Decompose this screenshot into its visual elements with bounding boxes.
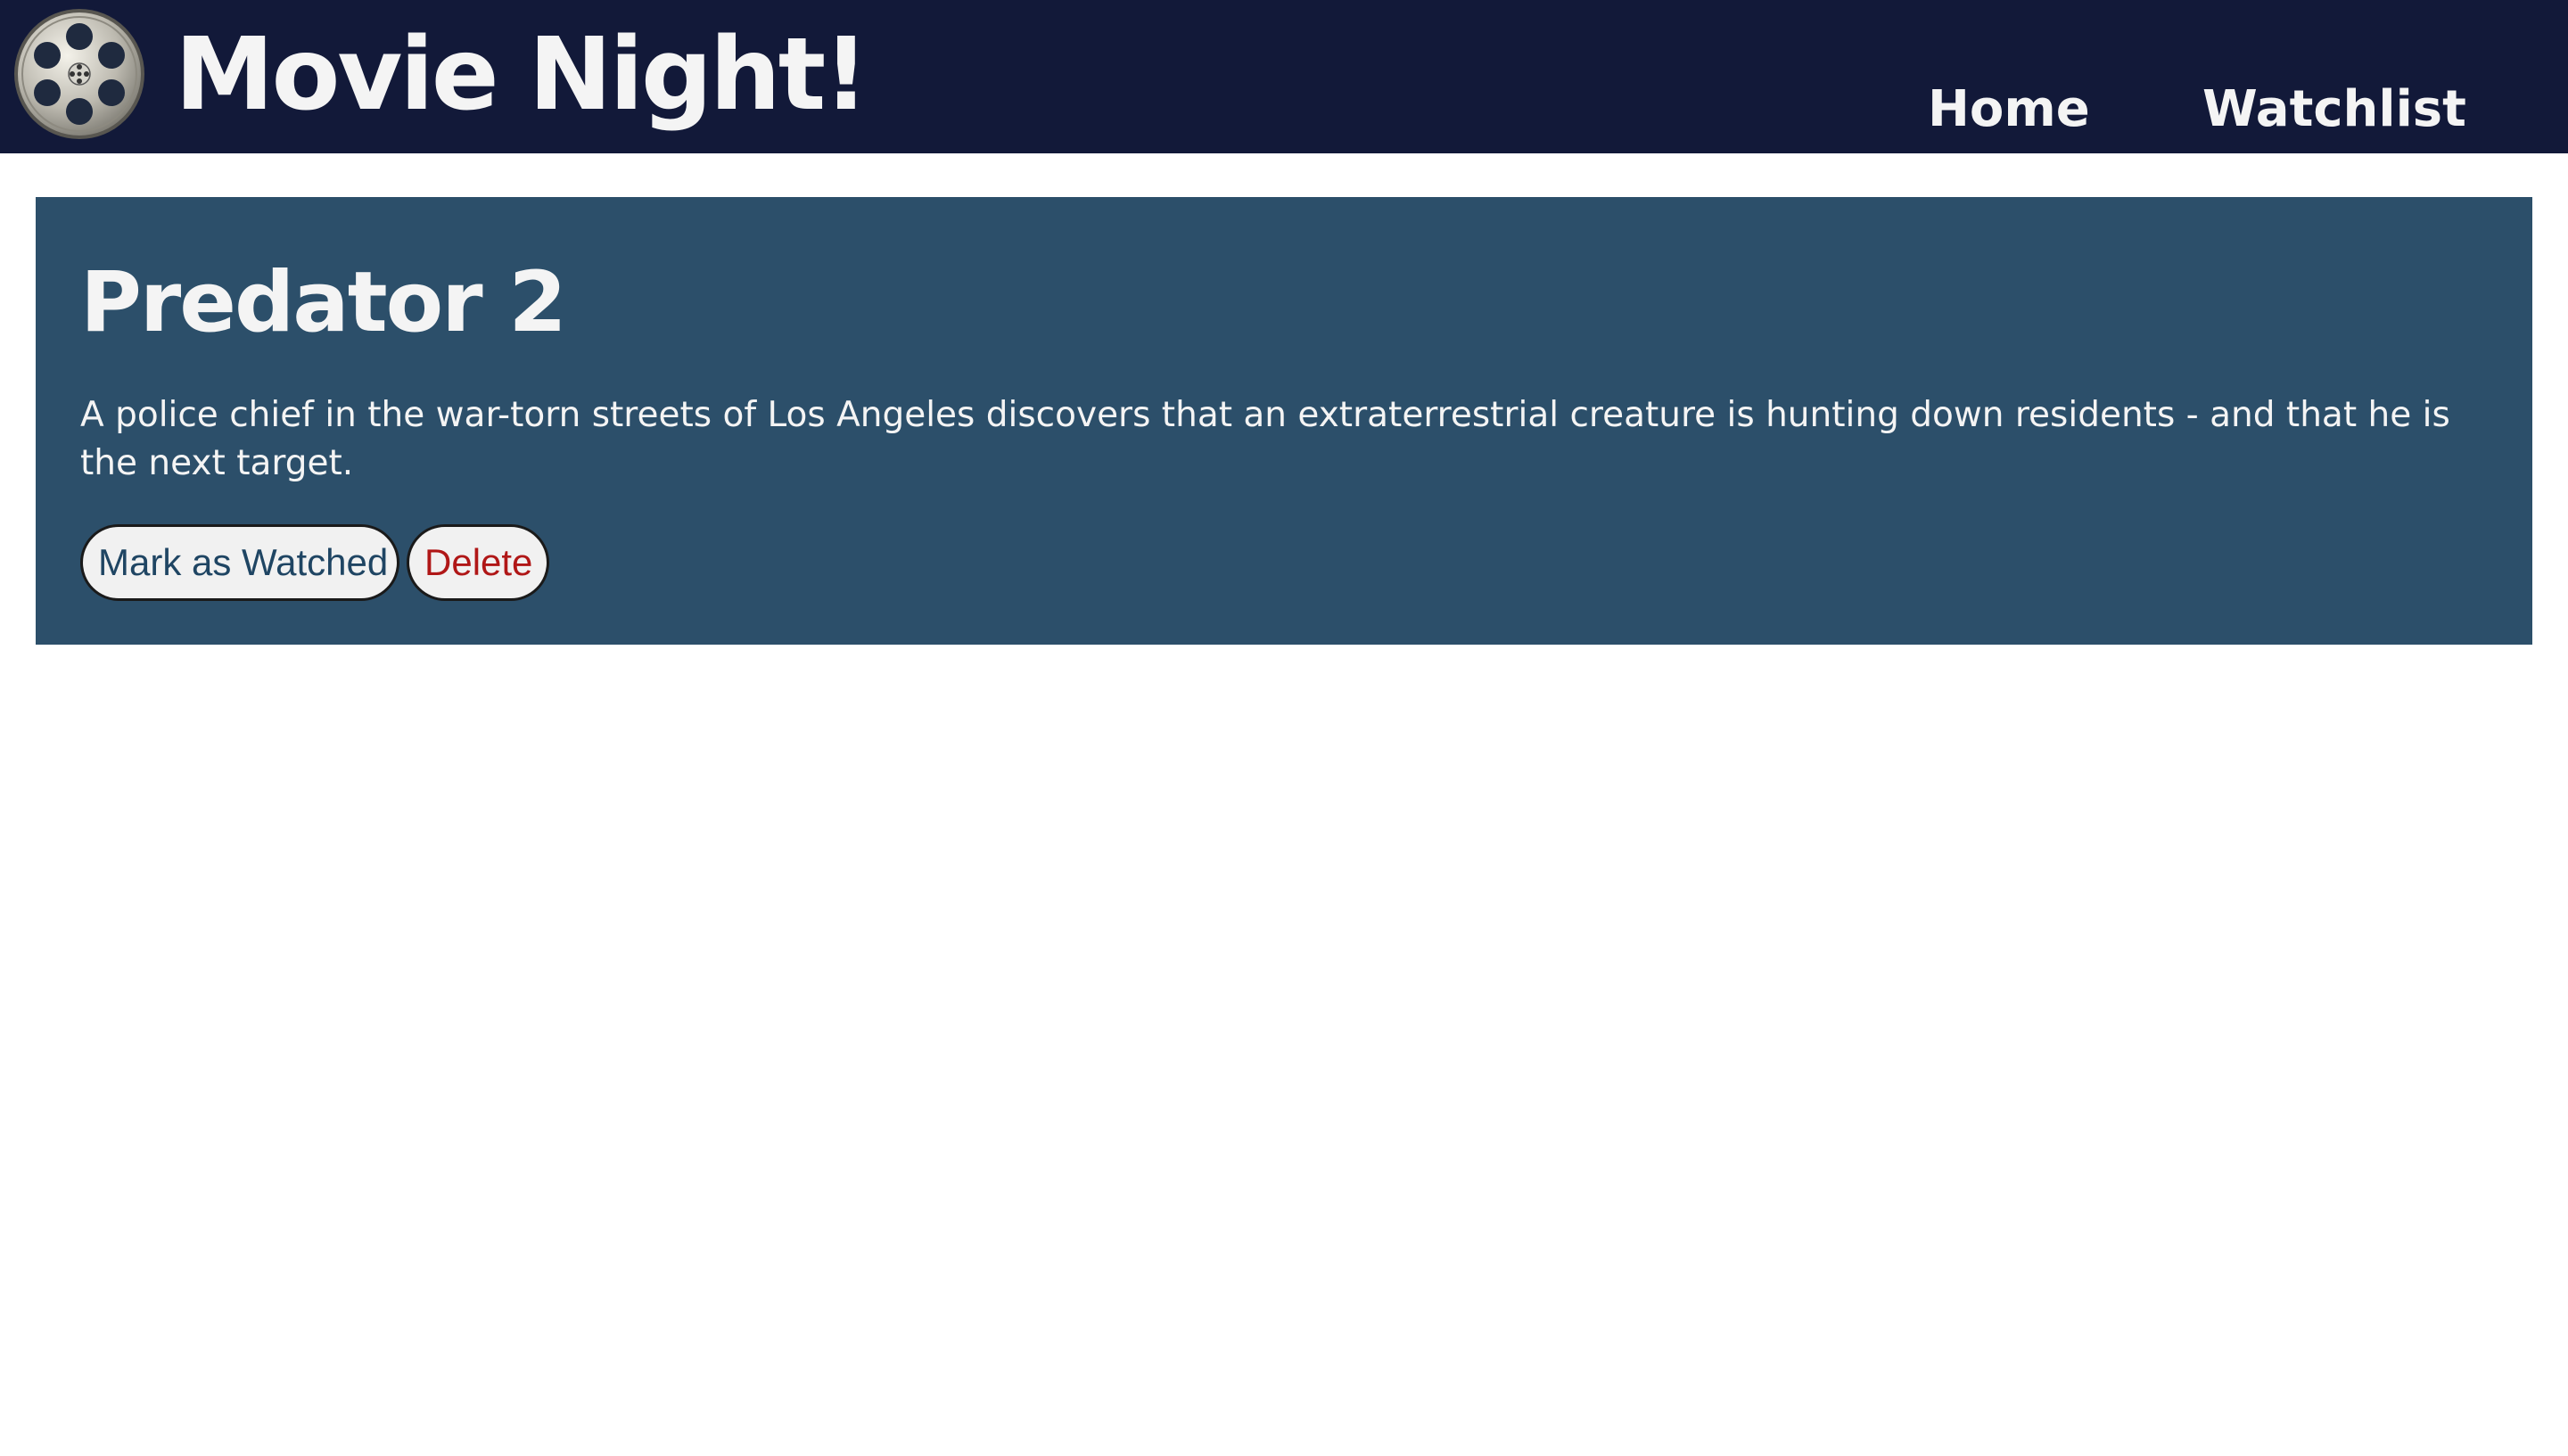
top-navbar: Movie Night! Home Watchlist [0,0,2568,153]
movie-description: A police chief in the war-torn streets o… [80,395,2450,483]
nav-watchlist-link[interactable]: Watchlist [2202,75,2466,144]
delete-button[interactable]: Delete [407,524,549,601]
movie-title: Predator 2 [80,254,567,351]
film-reel-icon[interactable] [12,7,146,141]
movie-card: Predator 2 A police chief in the war-tor… [36,197,2532,645]
site-title: Movie Night! [175,17,868,133]
nav-home-link[interactable]: Home [1928,75,2090,144]
mark-as-watched-button[interactable]: Mark as Watched [80,524,399,601]
